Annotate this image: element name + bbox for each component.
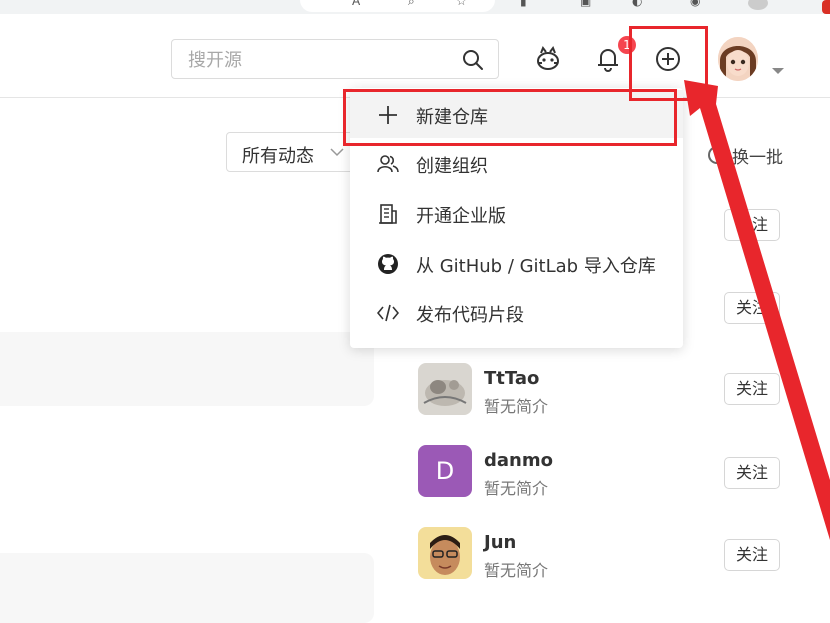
browser-toolbar: A ⌕ ☆ ▮ ▣ ◐ ◉ bbox=[0, 0, 830, 14]
github-icon bbox=[378, 254, 398, 274]
extension-icon[interactable]: ◉ bbox=[690, 0, 700, 8]
follow-button[interactable]: 关注 bbox=[724, 292, 780, 324]
chevron-down-icon[interactable] bbox=[772, 68, 784, 74]
follow-button[interactable]: 关注 bbox=[724, 457, 780, 489]
user-name[interactable]: TtTao bbox=[484, 368, 539, 389]
activity-filter-label: 所有动态 bbox=[242, 146, 314, 167]
refresh-icon bbox=[708, 146, 726, 164]
follow-button[interactable]: 关注 bbox=[724, 373, 780, 405]
feed-card bbox=[0, 332, 374, 406]
list-item: TtTao 暂无简介 关注 bbox=[418, 363, 788, 419]
user-avatar[interactable] bbox=[418, 527, 472, 579]
assistant-icon[interactable] bbox=[533, 44, 563, 74]
user-avatar[interactable]: D bbox=[418, 445, 472, 497]
search-input[interactable] bbox=[186, 48, 450, 72]
menu-item-label: 发布代码片段 bbox=[416, 305, 524, 326]
refresh-button[interactable]: 换一批 bbox=[708, 143, 783, 168]
search-box[interactable] bbox=[171, 39, 499, 79]
user-bio: 暂无简介 bbox=[484, 479, 549, 498]
user-name[interactable]: danmo bbox=[484, 450, 553, 471]
chevron-down-icon bbox=[330, 148, 344, 157]
profile-icon[interactable] bbox=[748, 0, 768, 10]
star-icon[interactable]: ☆ bbox=[456, 0, 467, 8]
browser-alert-indicator bbox=[822, 0, 830, 14]
users-icon bbox=[377, 155, 399, 173]
feed-card bbox=[0, 553, 374, 623]
extension-icon[interactable]: ◐ bbox=[632, 0, 642, 8]
zoom-icon[interactable]: ⌕ bbox=[408, 0, 415, 9]
search-icon[interactable] bbox=[462, 49, 484, 71]
menu-item-label: 创建组织 bbox=[416, 156, 488, 177]
menu-item-publish-snippet[interactable]: 发布代码片段 bbox=[350, 288, 683, 336]
menu-item-label: 从 GitHub / GitLab 导入仓库 bbox=[416, 256, 656, 277]
follow-button[interactable]: 关注 bbox=[724, 209, 780, 241]
menu-item-enterprise[interactable]: 开通企业版 bbox=[350, 189, 683, 237]
translate-icon[interactable]: A bbox=[352, 0, 360, 8]
activity-filter-select[interactable]: 所有动态 bbox=[226, 132, 356, 172]
list-item: Jun 暂无简介 关注 bbox=[418, 527, 788, 583]
follow-button[interactable]: 关注 bbox=[724, 539, 780, 571]
code-icon bbox=[377, 304, 399, 322]
extension-icon[interactable]: ▣ bbox=[580, 0, 591, 8]
extension-icon[interactable]: ▮ bbox=[520, 0, 527, 8]
menu-item-label: 开通企业版 bbox=[416, 206, 506, 227]
user-bio: 暂无简介 bbox=[484, 397, 549, 416]
menu-item-import-repository[interactable]: 从 GitHub / GitLab 导入仓库 bbox=[350, 239, 683, 287]
building-icon bbox=[379, 204, 397, 224]
avatar[interactable] bbox=[718, 37, 758, 81]
annotation-highlight-box bbox=[343, 89, 677, 146]
menu-item-create-organization[interactable]: 创建组织 bbox=[350, 139, 683, 187]
user-avatar[interactable] bbox=[418, 363, 472, 415]
user-name[interactable]: Jun bbox=[484, 532, 516, 553]
user-bio: 暂无简介 bbox=[484, 561, 549, 580]
refresh-label: 换一批 bbox=[732, 148, 783, 168]
list-item: D danmo 暂无简介 关注 bbox=[418, 445, 788, 501]
